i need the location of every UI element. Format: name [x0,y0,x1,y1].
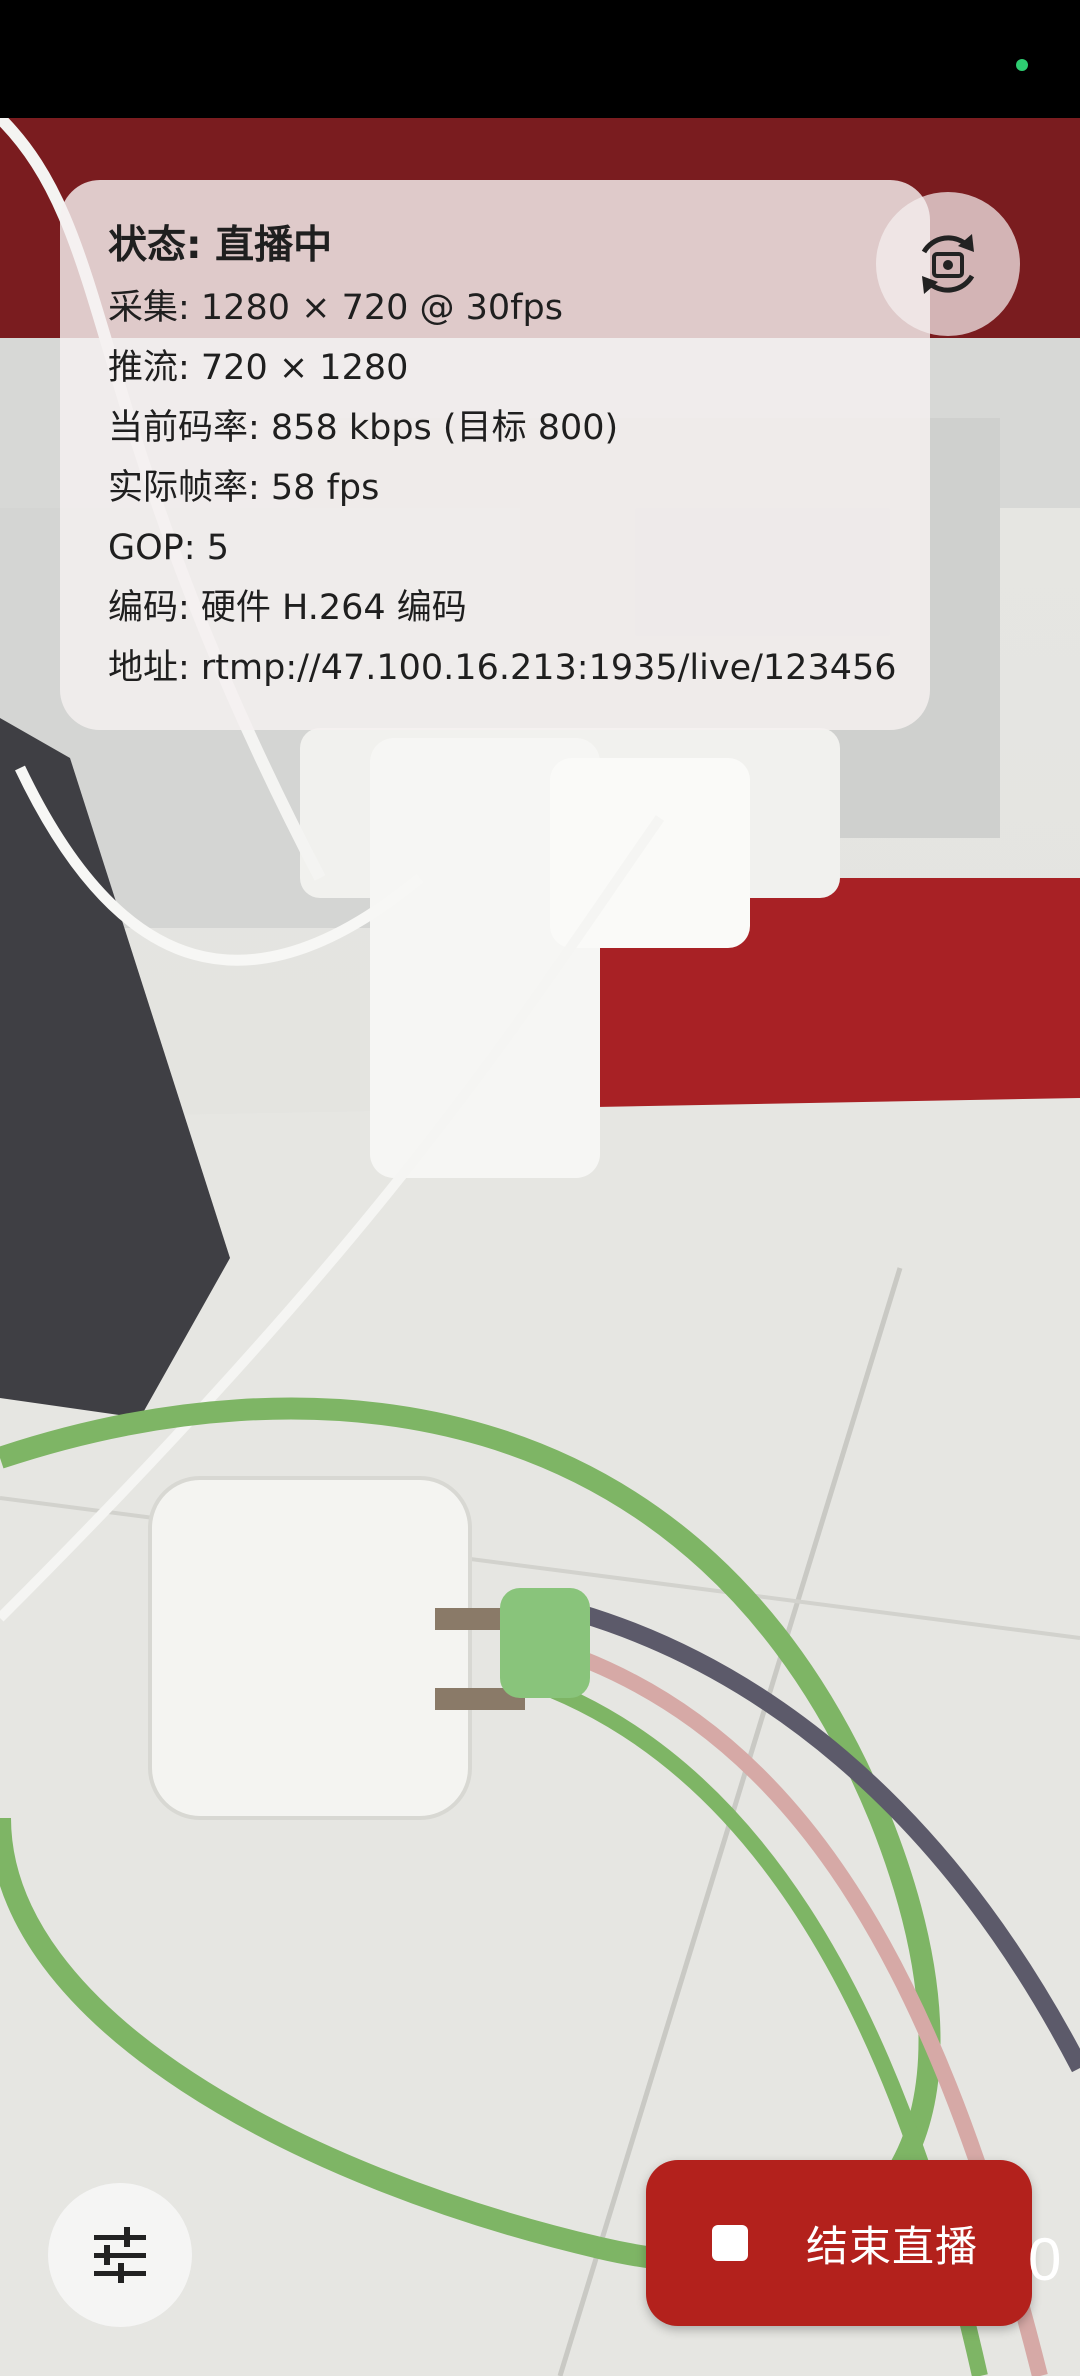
stream-info-panel: 状态: 直播中 采集: 1280 × 720 @ 30fps 推流: 720 ×… [60,180,930,730]
encoder-type: 编码: 硬件 H.264 编码 [108,588,467,628]
capture-resolution: 采集: 1280 × 720 @ 30fps [108,288,563,328]
gop-value: GOP: 5 [108,528,229,568]
end-live-label: 结束直播 [806,2221,979,2271]
end-live-button[interactable]: 结束直播 [646,2160,1032,2326]
status-bar [0,0,1080,118]
flip-camera-button[interactable] [876,192,1020,336]
tune-icon [94,2227,146,2283]
push-resolution: 推流: 720 × 1280 [108,348,409,388]
edge-text: 0 [1028,2226,1062,2293]
settings-button[interactable] [48,2183,192,2327]
current-bitrate: 当前码率: 858 kbps (目标 800) [108,408,619,448]
stream-url: 地址: rtmp://47.100.16.213:1935/live/12345… [108,648,897,688]
stream-status: 状态: 直播中 [108,223,333,268]
camera-flip-icon [921,234,975,294]
actual-fps: 实际帧率: 58 fps [108,468,380,508]
stop-icon [712,2225,748,2261]
recording-indicator [1016,59,1028,71]
